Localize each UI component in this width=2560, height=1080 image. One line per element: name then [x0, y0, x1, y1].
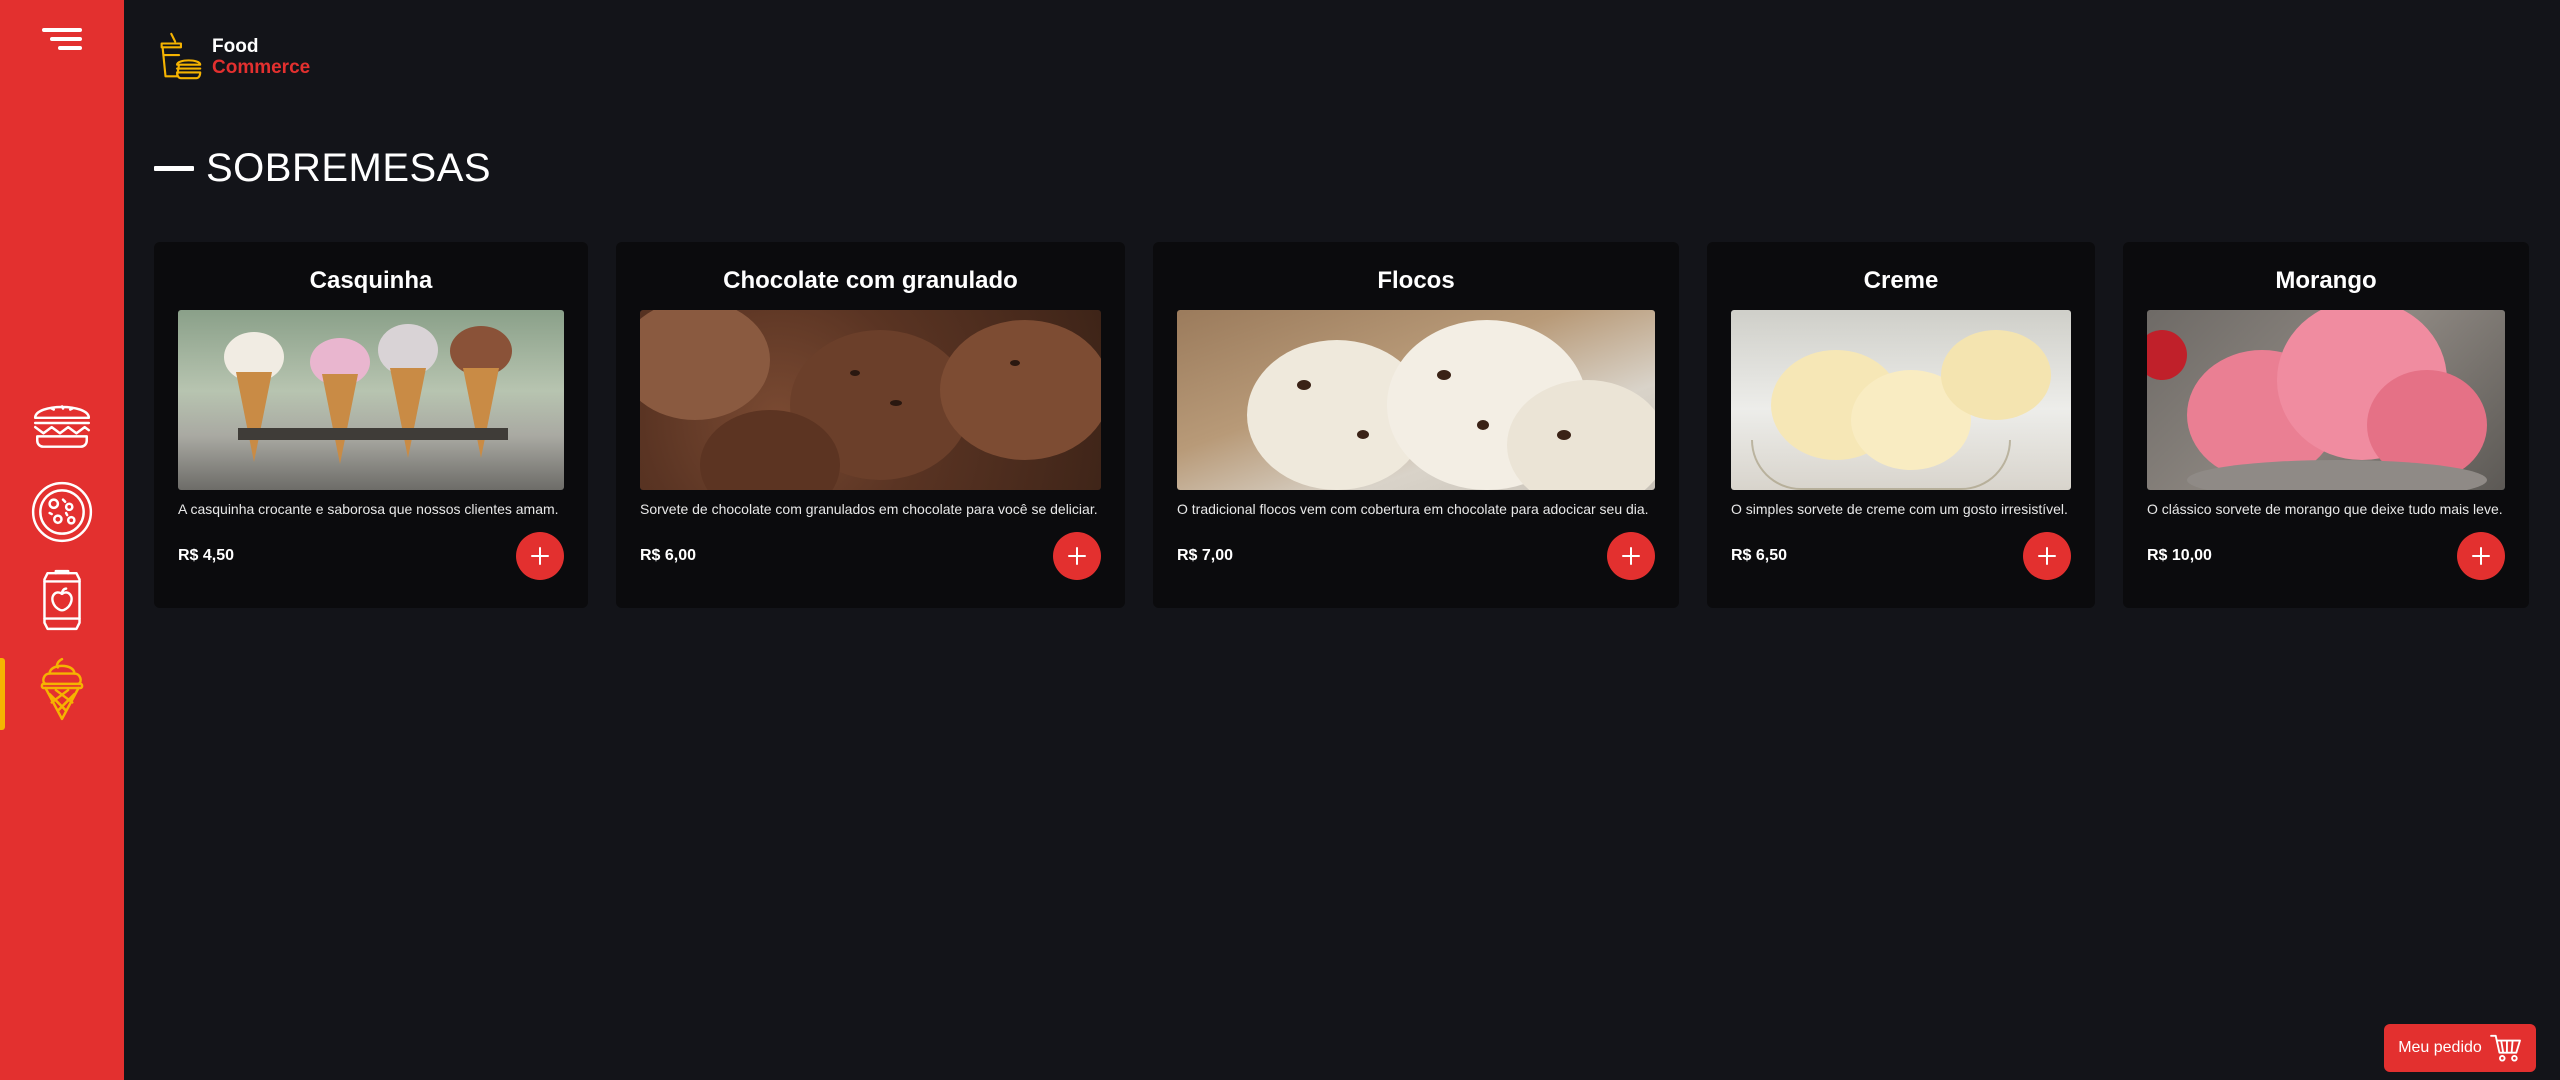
product-price: R$ 6,00 [640, 547, 697, 564]
burger-icon [33, 405, 91, 448]
product-description: Sorvete de chocolate com granulados em c… [640, 501, 1098, 517]
page-title: SOBREMESAS [154, 146, 491, 191]
product-image [2147, 310, 2505, 490]
product-image [640, 310, 1101, 490]
product-price: R$ 7,00 [1177, 547, 1234, 564]
product-description: O simples sorvete de creme com um gosto … [1731, 501, 2068, 517]
add-to-cart-button[interactable] [516, 532, 564, 580]
product-price: R$ 6,50 [1731, 547, 1788, 564]
plus-icon [531, 547, 549, 565]
plus-icon [1068, 547, 1086, 565]
product-title: Creme [1863, 267, 1939, 294]
logo-text-food: Food [212, 36, 259, 57]
title-dash [154, 166, 194, 171]
plus-icon [2038, 547, 2056, 565]
nav-item-desserts[interactable] [0, 644, 124, 732]
product-card: Flocos O tradicional flocos vem com cobe… [1153, 242, 1679, 608]
product-description: O clássico sorvete de morango que deixe … [2147, 501, 2503, 517]
product-description: A casquinha crocante e saborosa que noss… [178, 501, 559, 517]
product-footer: R$ 7,00 [1177, 532, 1655, 580]
my-order-button[interactable]: Meu pedido [2384, 1024, 2536, 1072]
product-price: R$ 4,50 [178, 547, 235, 564]
logo[interactable]: Food Commerce [152, 30, 310, 84]
product-footer: R$ 6,00 [640, 532, 1101, 580]
product-image [1731, 310, 2071, 490]
product-title: Chocolate com granulado [723, 267, 1018, 294]
plus-icon [2472, 547, 2490, 565]
product-description: O tradicional flocos vem com cobertura e… [1177, 501, 1649, 517]
product-card: Creme O simples sorvete de creme com um … [1707, 242, 2095, 608]
add-to-cart-button[interactable] [2023, 532, 2071, 580]
product-footer: R$ 4,50 [178, 532, 564, 580]
product-image [178, 310, 564, 490]
category-nav [0, 380, 124, 732]
ice-cream-icon [40, 657, 84, 721]
my-order-label: Meu pedido [2398, 1039, 2482, 1056]
product-title: Casquinha [309, 267, 433, 294]
nav-item-pizza[interactable] [0, 468, 124, 556]
product-title: Morango [2275, 267, 2377, 294]
logo-text-commerce: Commerce [212, 57, 311, 78]
sidebar [0, 0, 124, 1080]
add-to-cart-button[interactable] [1053, 532, 1101, 580]
product-card: Chocolate com granulado Sorvete de choco… [616, 242, 1125, 608]
soda-can-icon [43, 569, 81, 631]
product-price: R$ 10,00 [2147, 547, 2212, 564]
product-card: Morango O clássico sorvete de morango qu… [2123, 242, 2529, 608]
add-to-cart-button[interactable] [2457, 532, 2505, 580]
nav-item-burger[interactable] [0, 380, 124, 468]
shopping-cart-icon [2489, 1034, 2521, 1062]
page-title-text: SOBREMESAS [206, 146, 492, 190]
plus-icon [1622, 547, 1640, 565]
product-image [1177, 310, 1655, 490]
product-title: Flocos [1377, 267, 1455, 294]
product-list: Casquinha A casquinha crocante e saboros… [154, 242, 2529, 608]
add-to-cart-button[interactable] [1607, 532, 1655, 580]
product-footer: R$ 6,50 [1731, 532, 2071, 580]
pizza-icon [31, 481, 93, 543]
product-footer: R$ 10,00 [2147, 532, 2505, 580]
menu-toggle-icon[interactable] [40, 28, 82, 54]
nav-item-drinks[interactable] [0, 556, 124, 644]
food-commerce-logo-icon [160, 32, 202, 80]
product-card: Casquinha A casquinha crocante e saboros… [154, 242, 588, 608]
